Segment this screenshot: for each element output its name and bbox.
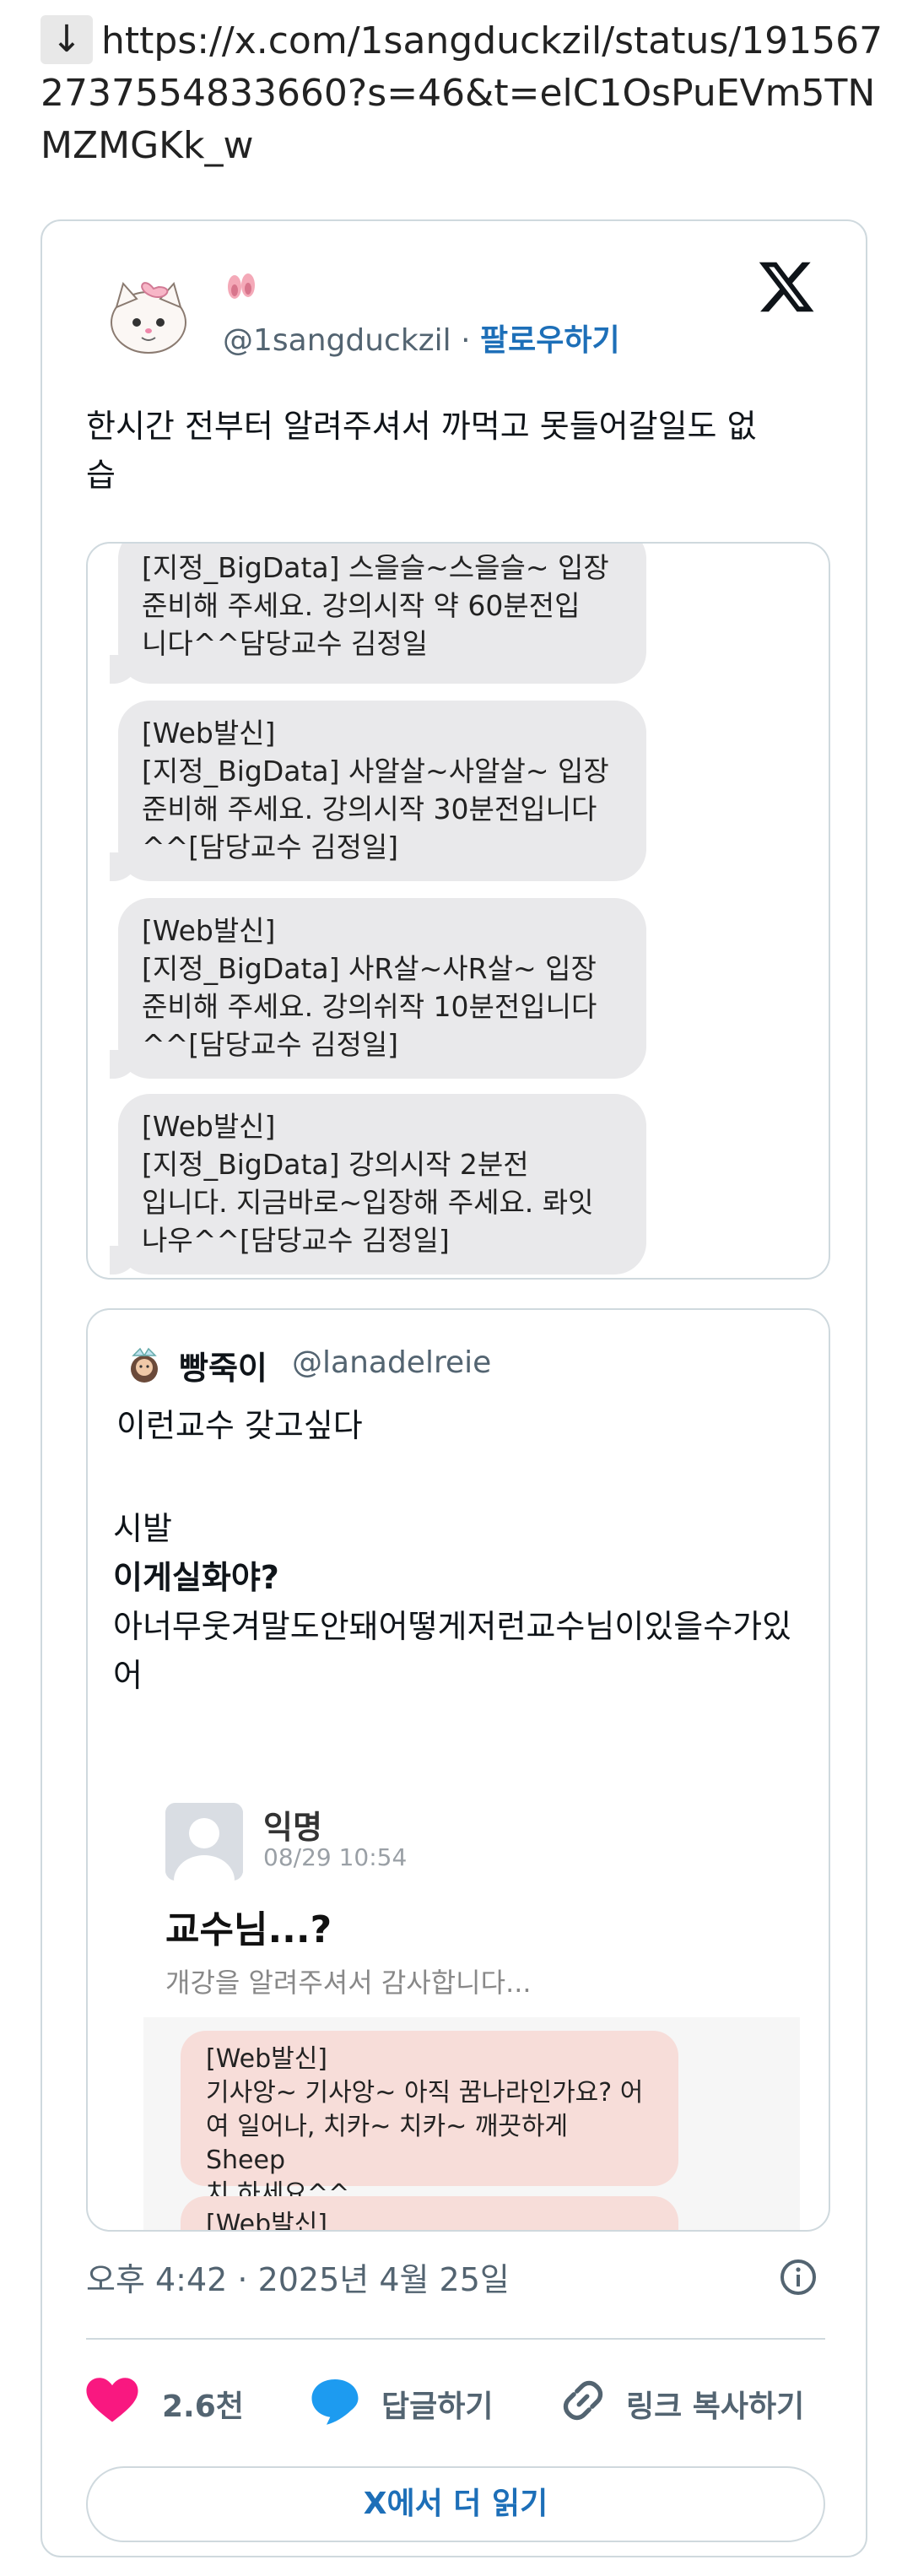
heart-icon xyxy=(86,2377,138,2432)
bubble-tail xyxy=(110,1246,138,1274)
quote-handle[interactable]: @lanadelreie xyxy=(292,1345,491,1380)
quote-text-line: 시발 xyxy=(113,1510,172,1547)
bubble-line: 기사앙~ 기사앙~ 아직 꿈나라인가요? 어 xyxy=(206,2078,644,2108)
bubble-line: [Web발신] xyxy=(142,914,276,947)
bubble-line: [Web발신] xyxy=(206,2210,328,2232)
quote-text-line: 아너무웃겨말도안돼어떻게저런교수님이있을수가있 xyxy=(113,1608,792,1645)
tweet-timestamp[interactable]: 오후 4:42 · 2025년 4월 25일 xyxy=(86,2254,510,2300)
message-bubble: [Web발신] [지정_BigData] 강의시작 2분전 입니다. 지금바로~… xyxy=(110,1094,646,1274)
message-bubble: [지정_BigData] 스을슬~스을슬~ 입장 준비해 주세요. 강의시작 약… xyxy=(110,544,646,684)
reply-button[interactable]: 답글하기 xyxy=(309,2372,493,2436)
tweet-header: @1sangduckzil · 팔로우하기 xyxy=(42,221,866,373)
handle-row: @1sangduckzil · 팔로우하기 xyxy=(223,316,620,360)
handle[interactable]: @1sangduckzil xyxy=(223,323,451,358)
display-name[interactable] xyxy=(223,267,260,311)
message-bubble: [Web발신] [지정_BigData] 사R살~사R살~ 입장 준비해 주세요… xyxy=(110,898,646,1079)
bubble-line: [Web발신] xyxy=(142,717,276,750)
post-title: 교수님...? xyxy=(165,1908,332,1951)
reply-label: 답글하기 xyxy=(381,2389,494,2424)
quote-display-name[interactable]: 빵죽이 xyxy=(179,1342,267,1388)
separator: · xyxy=(461,323,471,358)
tweet-embed-card: @1sangduckzil · 팔로우하기 한시간 전부터 알려주셔서 까먹고 … xyxy=(41,219,867,2557)
bubble-line: [지정_BigData] 사R살~사R살~ 입장 xyxy=(142,952,597,985)
post-author: 익명 xyxy=(263,1809,322,1846)
tweet-media-image[interactable]: [지정_BigData] 스을슬~스을슬~ 입장 준비해 주세요. 강의시작 약… xyxy=(86,542,830,1280)
bubble-line: [Web발신] xyxy=(206,2044,328,2074)
bubble-line: [지정_BigData] 사알살~사알살~ 입장 xyxy=(142,755,609,787)
bubble-line: 준비해 주세요. 강의시작 약 60분전입 xyxy=(142,589,581,622)
ballet-shoes-icon xyxy=(223,273,260,311)
tweet-text: 한시간 전부터 알려주셔서 까먹고 못들어갈일도 없 습 xyxy=(86,402,829,500)
bubble-line: 입니다. 지금바로~입장해 주세요. 롸잇 xyxy=(142,1186,594,1219)
like-count: 2.6천 xyxy=(162,2389,244,2424)
avatar[interactable] xyxy=(103,270,194,361)
action-bar: 2.6천 답글하기 링크 복사하기 xyxy=(86,2372,829,2448)
reply-bubble-icon xyxy=(309,2375,361,2433)
info-icon[interactable] xyxy=(778,2257,818,2297)
follow-button[interactable]: 팔로우하기 xyxy=(480,323,620,358)
bubble-tail xyxy=(110,1050,138,1079)
quote-avatar[interactable] xyxy=(122,1342,167,1388)
bubble-line: [지정_BigData] 강의시작 2분전 xyxy=(142,1148,529,1181)
shared-link[interactable]: ↓ https://x.com/1sangduckzil/status/19156… xyxy=(41,15,884,172)
message-bubble: [Web발신] [지정_BigData] 사알살~사알살~ 입장 준비해 주세요… xyxy=(110,701,646,881)
bubble-line: 니다^^담당교수 김정일 xyxy=(142,627,429,660)
bubble-tail xyxy=(110,852,138,881)
post-subtitle: 개강을 알려주셔서 감사합니다... xyxy=(165,1967,532,1999)
quoted-tweet[interactable]: 빵죽이 @lanadelreie 이런교수 갖고싶다 시발 이게실화야? 아너무… xyxy=(86,1308,830,2232)
download-arrow-icon: ↓ xyxy=(41,15,93,64)
bubble-line: [지정_BigData] 스을슬~스을슬~ 입장 xyxy=(142,551,609,584)
tweet-text-line1: 한시간 전부터 알려주셔서 까먹고 못들어갈일도 없 xyxy=(86,408,757,445)
tweet-text-line2: 습 xyxy=(86,457,116,494)
message-bubble: [Web발신] 기사앙~ 기사앙~ 아직 꿈나라인가요? 어 여 일어나, 치카… xyxy=(181,2031,678,2209)
bubble-line: 나우^^[담당교수 김정일] xyxy=(142,1224,450,1257)
x-logo-icon[interactable] xyxy=(756,257,817,317)
link-icon xyxy=(559,2376,608,2433)
copy-link-label: 링크 복사하기 xyxy=(626,2389,805,2424)
quote-media-image[interactable]: 익명 08/29 10:54 교수님...? 개강을 알려주셔서 감사합니다..… xyxy=(125,1766,800,2232)
message-bubble: [Web발신] xyxy=(181,2196,678,2232)
read-more-on-x-button[interactable]: X에서 더 읽기 xyxy=(86,2466,825,2542)
bubble-line: 준비해 주세요. 강의시작 30분전입니다 xyxy=(142,793,597,825)
chat-screenshot: [Web발신] 기사앙~ 기사앙~ 아직 꿈나라인가요? 어 여 일어나, 치카… xyxy=(143,2017,800,2232)
like-button[interactable]: 2.6천 xyxy=(86,2372,244,2436)
bubble-tail xyxy=(110,655,138,684)
bubble-line: [Web발신] xyxy=(142,1110,276,1143)
copy-link-button[interactable]: 링크 복사하기 xyxy=(559,2372,804,2436)
bubble-line: 여 일어나, 치카~ 치카~ 깨끗하게 Sheep xyxy=(206,2112,569,2175)
bubble-line: 준비해 주세요. 강의쉬작 10분전입니다 xyxy=(142,990,597,1023)
anonymous-avatar-icon xyxy=(165,1803,243,1881)
quote-text-line: 이런교수 갖고싶다 xyxy=(116,1407,363,1444)
bubble-line: ^^[담당교수 김정일] xyxy=(142,831,399,863)
quote-text-line: 이게실화야? xyxy=(113,1559,279,1596)
quote-text-line: 어 xyxy=(113,1657,143,1694)
post-time: 08/29 10:54 xyxy=(263,1843,408,1871)
bubble-line: ^^[담당교수 김정일] xyxy=(142,1028,399,1061)
divider xyxy=(86,2338,825,2340)
link-url[interactable]: https://x.com/1sangduckzil/status/191567… xyxy=(41,19,883,167)
